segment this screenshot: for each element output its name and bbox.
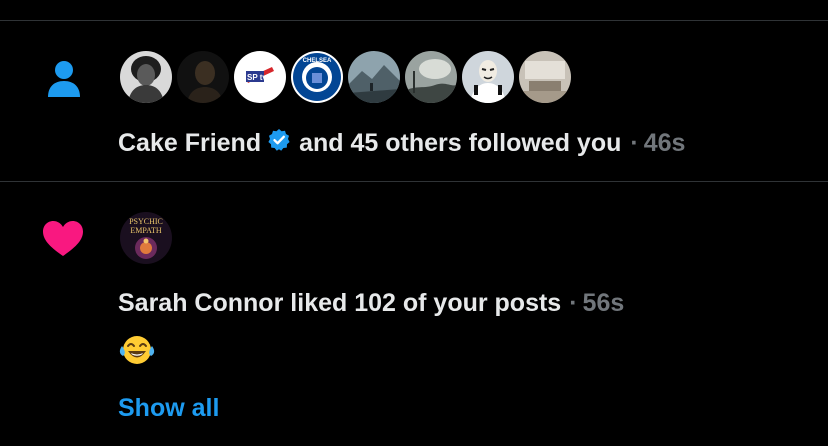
follower-avatars: SP tv CHELSEA — [120, 51, 576, 103]
psychic-empath-avatar[interactable]: PSYCHIC EMPATH — [120, 212, 172, 264]
chelsea-label: CHELSEA — [303, 58, 332, 64]
sptv-label: SP tv — [247, 73, 267, 82]
separator-dot: · — [569, 289, 578, 317]
like-message: liked 102 of your posts — [290, 289, 562, 317]
avatar-label-psychic: PSYCHIC — [129, 217, 163, 226]
avatar-cloudy-sky[interactable] — [405, 51, 457, 103]
timestamp[interactable]: 56s — [583, 289, 625, 318]
actor-name[interactable]: Sarah Connor — [118, 289, 283, 318]
verified-badge-icon — [267, 128, 291, 159]
show-all-link[interactable]: Show all — [118, 394, 219, 423]
emoji-text: 😂 — [118, 334, 120, 335]
avatar-mountain-landscape[interactable] — [348, 51, 400, 103]
avatar-chelsea-crest[interactable]: CHELSEA — [291, 51, 343, 103]
actor-name[interactable]: Cake Friend — [118, 129, 261, 158]
timestamp[interactable]: 46s — [644, 129, 686, 158]
avatar-room-interior[interactable] — [519, 51, 571, 103]
follow-text: Cake Friend and 45 others followed you ·… — [118, 128, 685, 159]
separator-dot: · — [630, 129, 639, 157]
tears-of-joy-emoji: 😂 — [118, 334, 156, 373]
avatar-dark-portrait[interactable] — [177, 51, 229, 103]
heart-icon — [42, 220, 84, 263]
avatar-label-empath: EMPATH — [130, 226, 161, 235]
avatar-masked-person[interactable] — [462, 51, 514, 103]
like-text: Sarah Connor liked 102 of your posts · 5… — [118, 289, 624, 318]
follow-message: and 45 others followed you — [299, 129, 622, 157]
follow-notification[interactable]: SP tv CHELSEA Cake Friend and 45 others … — [0, 21, 828, 181]
avatar-sptv-logo[interactable]: SP tv — [234, 51, 286, 103]
like-notification[interactable]: PSYCHIC EMPATH Sarah Connor liked 102 of… — [0, 182, 828, 446]
person-icon — [46, 59, 82, 104]
avatar-portrait-woman[interactable] — [120, 51, 172, 103]
